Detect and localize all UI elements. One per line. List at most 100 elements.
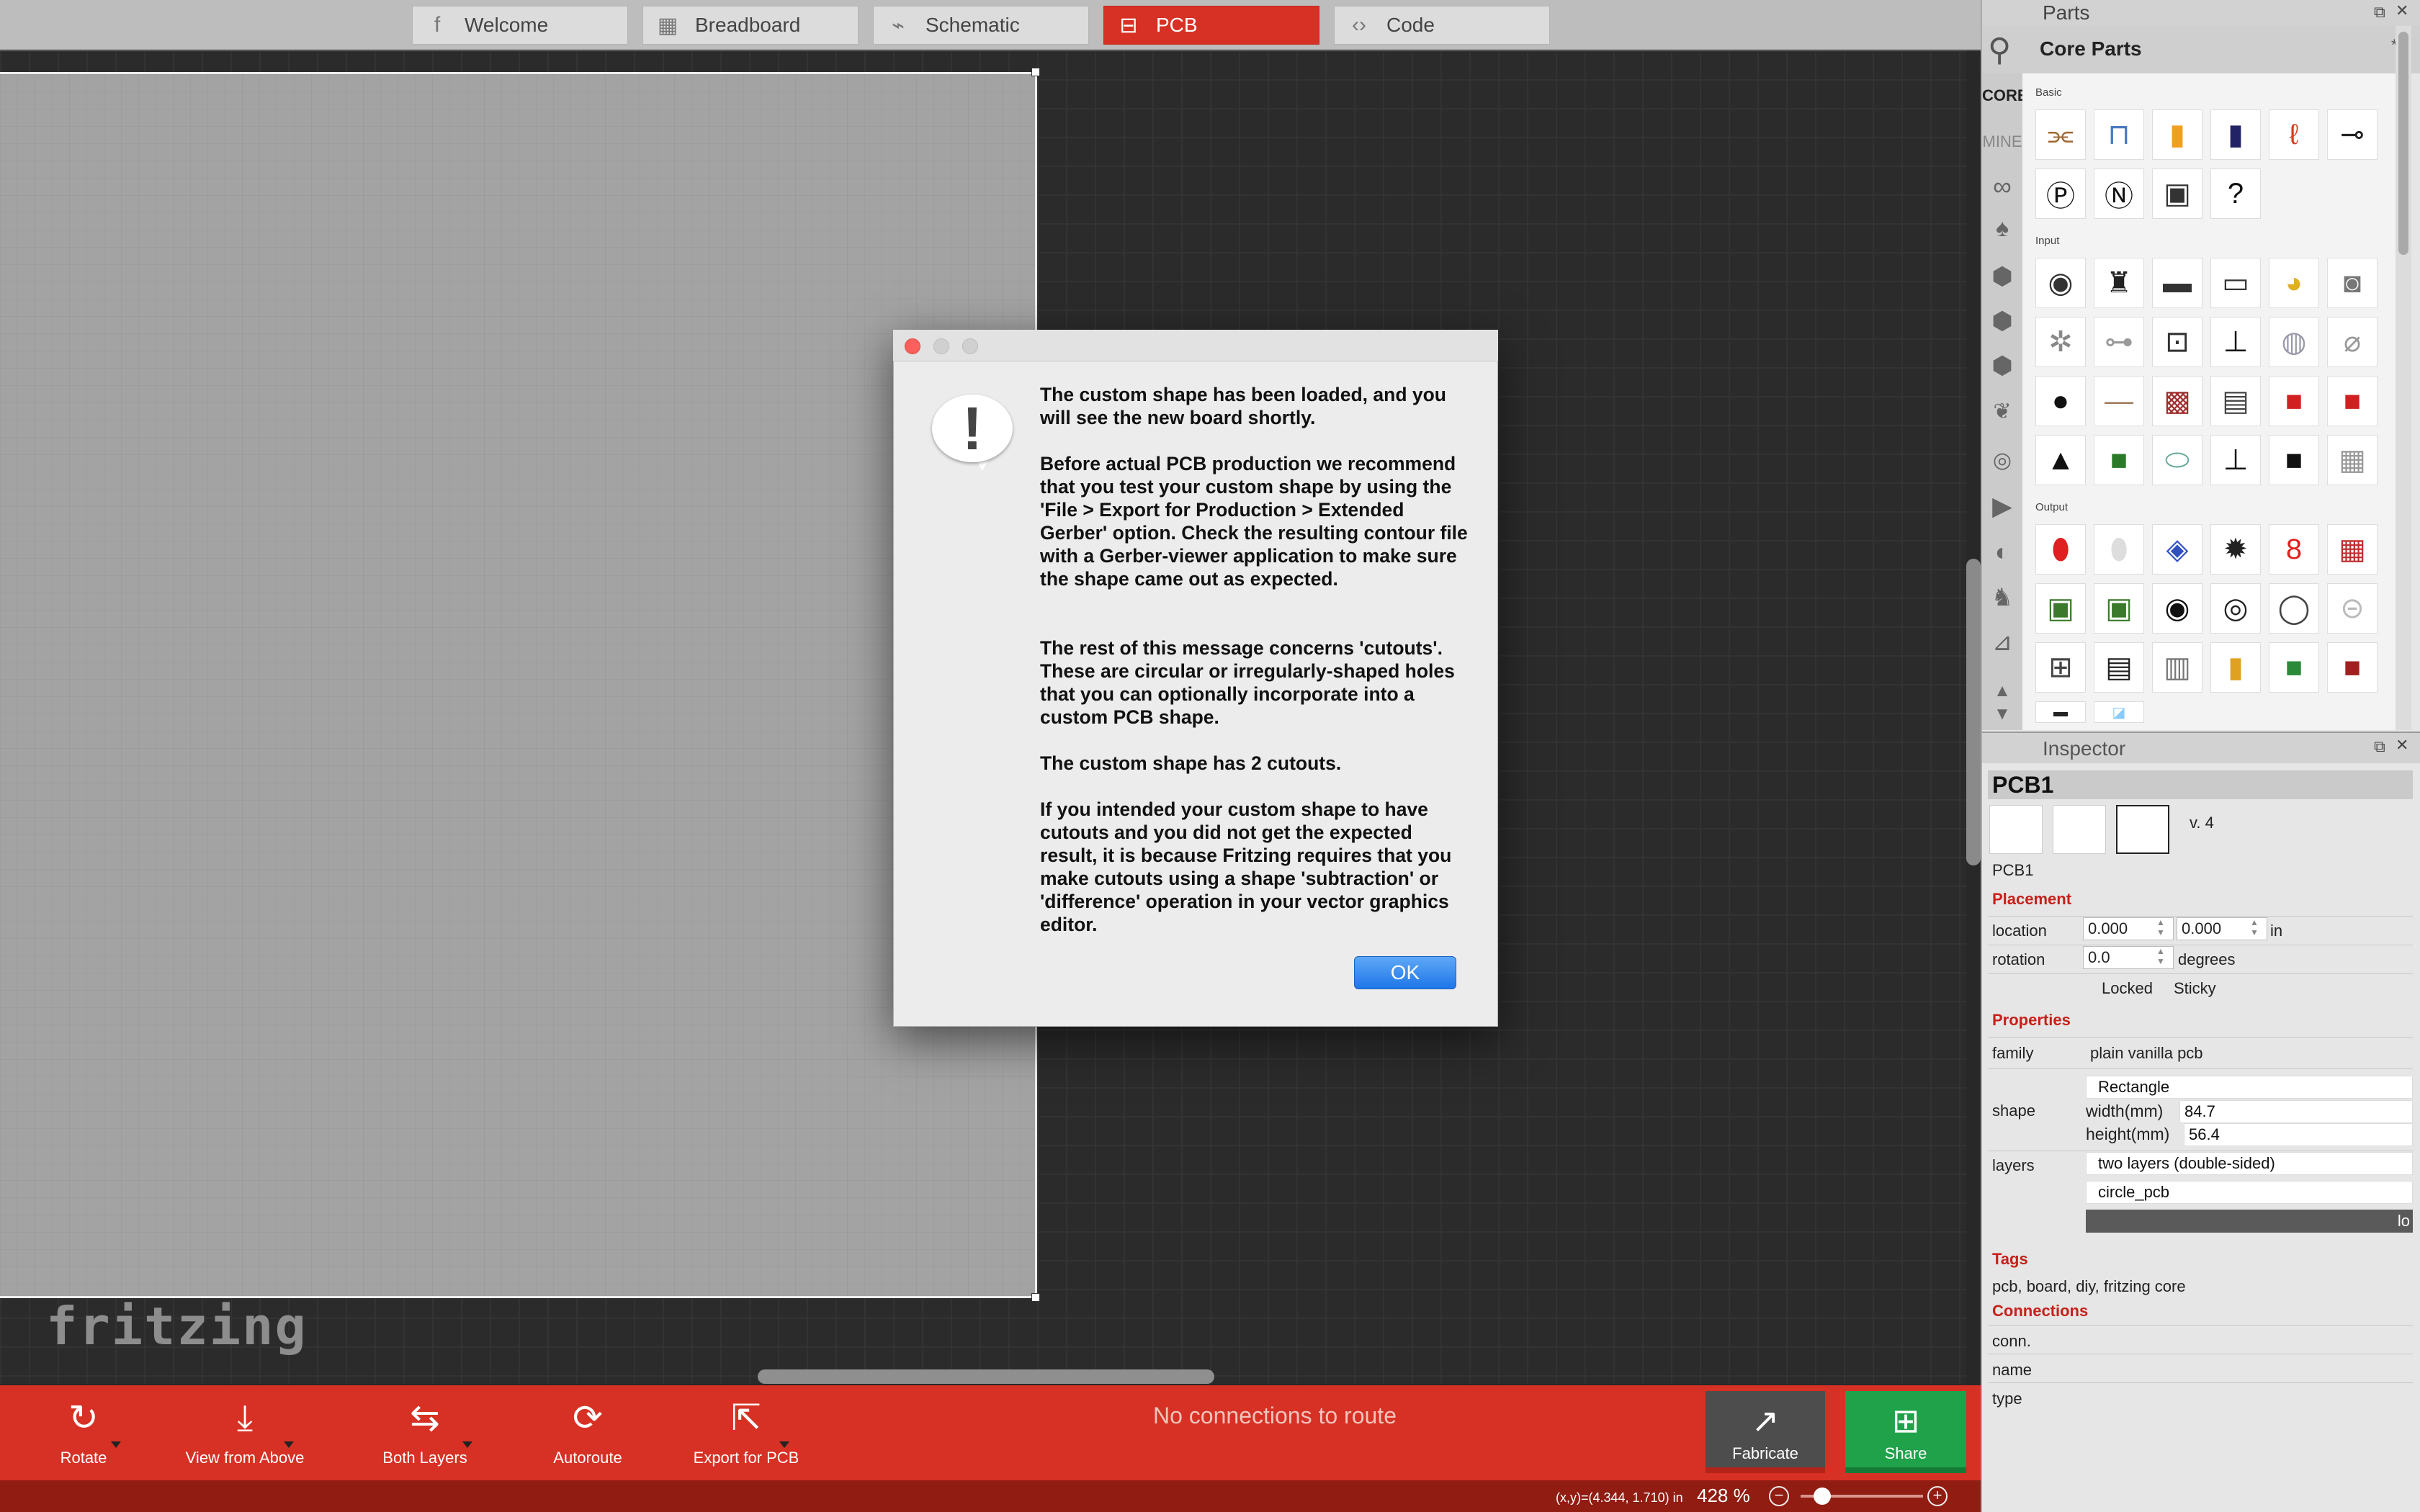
share-button[interactable]: ⊞ Share — [1845, 1391, 1966, 1472]
photocell-part-icon[interactable]: ▩ — [2152, 376, 2202, 426]
dropdown-arrow-icon[interactable] — [779, 1441, 789, 1448]
parts-scrollbar[interactable] — [2398, 32, 2408, 255]
speaker-part-icon[interactable]: ◉ — [2152, 583, 2202, 634]
float-panel-icon[interactable]: ⧉ — [2374, 737, 2385, 756]
close-panel-icon[interactable]: ✕ — [2396, 736, 2408, 755]
reed-glass-part-icon[interactable]: ⬭ — [2152, 435, 2202, 485]
load-image-button[interactable]: lo — [2086, 1210, 2413, 1233]
power-led-part-icon[interactable]: ✹ — [2210, 524, 2261, 575]
rgb-led-part-icon[interactable]: ◈ — [2152, 524, 2202, 575]
mystery-part-icon[interactable]: ? — [2210, 168, 2261, 219]
height-input[interactable]: 56.4 — [2184, 1123, 2413, 1146]
pa-bin-icon[interactable]: ⊿ — [1982, 628, 2022, 657]
rotary-pot-part-icon[interactable]: ♜ — [2094, 258, 2144, 308]
resistor-part-icon[interactable]: ⫘ — [2035, 109, 2086, 160]
ok-button[interactable]: OK — [1354, 956, 1456, 989]
motor-driver-part-icon[interactable]: ■ — [2269, 642, 2319, 693]
bin-core[interactable]: CORE — [1982, 86, 2028, 105]
pnp-transistor-part-icon[interactable]: Ⓟ — [2035, 168, 2086, 219]
zoom-slider-handle[interactable] — [1814, 1488, 1831, 1505]
potentiometer-part-icon[interactable]: ◉ — [2035, 258, 2086, 308]
locked-checkbox[interactable]: Locked — [2102, 979, 2153, 998]
spin-arrows-icon[interactable]: ▲ ▼ — [2250, 917, 2259, 937]
tab-breadboard[interactable]: ▦ Breadboard — [642, 6, 859, 45]
width-input[interactable]: 84.7 — [2179, 1100, 2413, 1123]
close-panel-icon[interactable]: ✕ — [2396, 1, 2408, 20]
lcd-part-icon[interactable]: ▣ — [2035, 583, 2086, 634]
light-sensor-part-icon[interactable]: ◕ — [2269, 258, 2319, 308]
ir-sensor-part-icon[interactable]: ▤ — [2210, 376, 2261, 426]
tab-schematic[interactable]: ⌁ Schematic — [873, 6, 1089, 45]
hexagon-bin-icon[interactable]: ⬢ — [1982, 262, 2022, 291]
header-part-icon[interactable]: ▬ — [2035, 701, 2086, 723]
export-for-pcb-button[interactable]: ⇱ Export for PCB — [674, 1395, 818, 1467]
piezo-part-icon[interactable]: ◯ — [2269, 583, 2319, 634]
reed-switch-part-icon[interactable]: ⊶ — [2094, 317, 2144, 367]
breakout-board-part-icon[interactable]: ■ — [2327, 376, 2378, 426]
zoom-in-icon[interactable]: + — [1927, 1486, 1948, 1506]
toggle-switch-part-icon[interactable]: ⊥ — [2210, 317, 2261, 367]
white-led-part-icon[interactable]: ⬮ — [2094, 524, 2144, 575]
sticky-checkbox[interactable]: Sticky — [2174, 979, 2216, 998]
intel-bin-icon[interactable]: ◎ — [1982, 448, 2022, 473]
hexagon-bin-icon[interactable]: ⬢ — [1982, 307, 2022, 336]
rotate-button[interactable]: ↻ Rotate — [12, 1395, 156, 1467]
view-from-above-button[interactable]: ⤓ View from Above — [173, 1395, 317, 1467]
zoom-out-icon[interactable]: − — [1769, 1486, 1789, 1506]
power-transistor-part-icon[interactable]: ▣ — [2152, 168, 2202, 219]
shape-select[interactable]: Rectangle — [2086, 1076, 2413, 1099]
accelerometer-part-icon[interactable]: ■ — [2094, 435, 2144, 485]
spin-arrows-icon[interactable]: ▲ ▼ — [2156, 917, 2165, 937]
microphone-part-icon[interactable]: ● — [2035, 376, 2086, 426]
tilt-switch-part-icon[interactable]: ⌀ — [2327, 317, 2378, 367]
tab-pcb[interactable]: ⊟ PCB — [1103, 6, 1319, 45]
search-icon[interactable]: ⚲ — [1988, 32, 2011, 68]
stepper-motor-part-icon[interactable]: ▥ — [2152, 642, 2202, 693]
rfid-part-icon[interactable]: ■ — [2269, 435, 2319, 485]
autoroute-button[interactable]: ⟳ Autoroute — [516, 1395, 660, 1467]
dropdown-arrow-icon[interactable] — [462, 1441, 472, 1448]
electrolytic-capacitor-part-icon[interactable]: ▮ — [2210, 109, 2261, 160]
npn-transistor-part-icon[interactable]: Ⓝ — [2094, 168, 2144, 219]
ceramic-capacitor-part-icon[interactable]: ⊓ — [2094, 109, 2144, 160]
sparkfun-bin-icon[interactable]: ♠ — [1982, 215, 2022, 243]
horizontal-scrollbar[interactable] — [758, 1369, 1214, 1384]
inductor-part-icon[interactable]: ℓ — [2269, 109, 2319, 160]
joystick-part-icon[interactable]: ⊥ — [2210, 435, 2261, 485]
pcb-board[interactable] — [0, 72, 1037, 1298]
lcd-large-part-icon[interactable]: ▣ — [2094, 583, 2144, 634]
arduino-bin-icon[interactable]: ∞ — [1982, 171, 2022, 202]
animal-bin-icon[interactable]: ♞ — [1982, 583, 2022, 612]
dip-switch-part-icon[interactable]: ✲ — [2035, 317, 2086, 367]
solenoid-part-icon[interactable]: ▮ — [2210, 642, 2261, 693]
diode-part-icon[interactable]: ⊸ — [2327, 109, 2378, 160]
led-matrix-part-icon[interactable]: ▦ — [2327, 524, 2378, 575]
resize-handle[interactable] — [1031, 68, 1040, 76]
linear-pot-part-icon[interactable]: ▭ — [2210, 258, 2261, 308]
sensor-board-part-icon[interactable]: ■ — [2269, 376, 2319, 426]
spin-arrows-icon[interactable]: ▲ ▼ — [2156, 946, 2165, 966]
motor-part-icon[interactable]: ⊝ — [2327, 583, 2378, 634]
scroll-down-icon[interactable]: ▼ — [1982, 704, 2022, 724]
scroll-up-icon[interactable]: ▲ — [1982, 681, 2022, 701]
loudspeaker-part-icon[interactable]: ◎ — [2210, 583, 2261, 634]
wire-sensor-part-icon[interactable]: — — [2094, 376, 2144, 426]
custom-shape-field[interactable]: circle_pcb — [2086, 1181, 2413, 1204]
encoder-part-icon[interactable]: ◙ — [2327, 258, 2378, 308]
dropdown-arrow-icon[interactable] — [111, 1441, 121, 1448]
slide-pot-part-icon[interactable]: ▬ — [2152, 258, 2202, 308]
red-led-part-icon[interactable]: ⬮ — [2035, 524, 2086, 575]
humidity-sensor-part-icon[interactable]: ▦ — [2327, 435, 2378, 485]
tantalum-capacitor-part-icon[interactable]: ▮ — [2152, 109, 2202, 160]
knob-part-icon[interactable]: ◍ — [2269, 317, 2319, 367]
layers-select[interactable]: two layers (double-sided) — [2086, 1152, 2413, 1175]
servo-part-icon[interactable]: ▤ — [2094, 642, 2144, 693]
play-bin-icon[interactable]: ▶ — [1982, 491, 2022, 521]
display-part-icon[interactable]: ◪ — [2094, 701, 2144, 723]
dropdown-arrow-icon[interactable] — [284, 1441, 294, 1448]
stepper-driver-part-icon[interactable]: ⊞ — [2035, 642, 2086, 693]
fabricate-button[interactable]: ↗ Fabricate — [1706, 1391, 1825, 1472]
close-window-icon[interactable] — [905, 338, 920, 354]
vertical-scrollbar[interactable] — [1966, 559, 1981, 865]
relay-board-part-icon[interactable]: ■ — [2327, 642, 2378, 693]
